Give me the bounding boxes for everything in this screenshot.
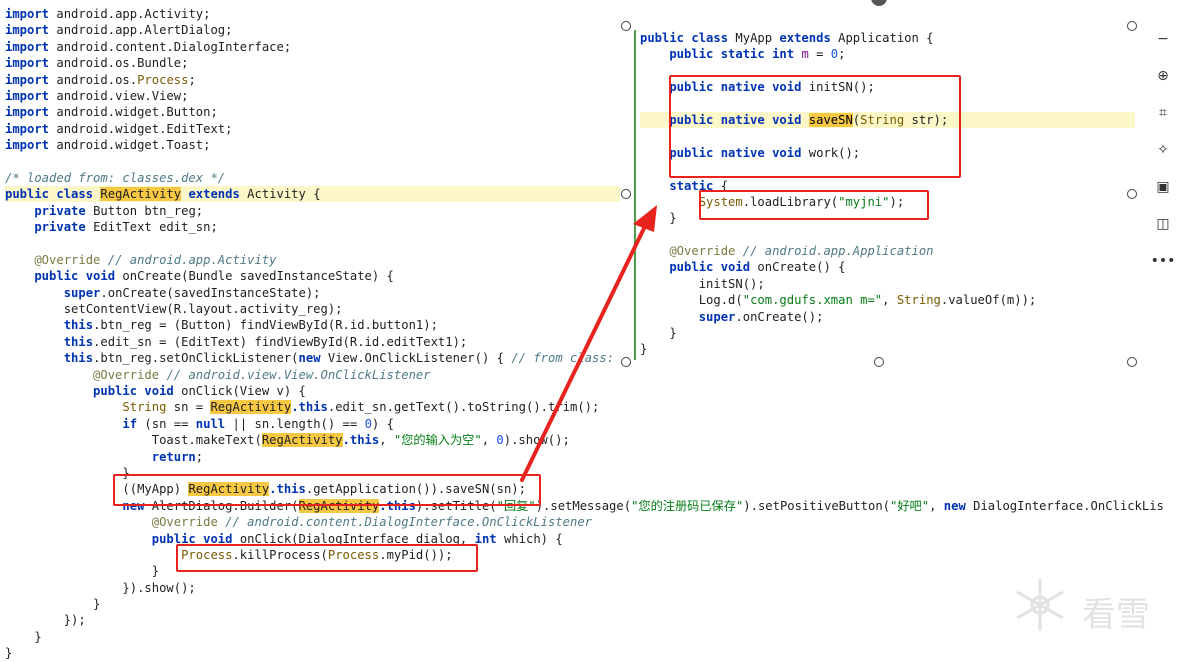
- kanxue-watermark: 看雪: [1010, 575, 1190, 645]
- image-text-icon[interactable]: ▣: [1150, 174, 1176, 200]
- image-toolbar: − ⊕ ⌗ ✧ ▣ ◫ •••: [1150, 26, 1176, 285]
- image-search-icon[interactable]: ◫: [1150, 211, 1176, 237]
- red-arrow: [520, 205, 657, 482]
- zoom-in-icon[interactable]: ⊕: [1150, 63, 1176, 89]
- snowflake-logo-icon: [1016, 579, 1064, 631]
- watermark-text: 看雪: [1082, 595, 1150, 635]
- more-icon[interactable]: •••: [1150, 248, 1176, 274]
- zoom-out-icon[interactable]: −: [1150, 26, 1176, 52]
- magic-wand-icon[interactable]: ✧: [1150, 137, 1176, 163]
- crop-icon[interactable]: ⌗: [1150, 100, 1176, 126]
